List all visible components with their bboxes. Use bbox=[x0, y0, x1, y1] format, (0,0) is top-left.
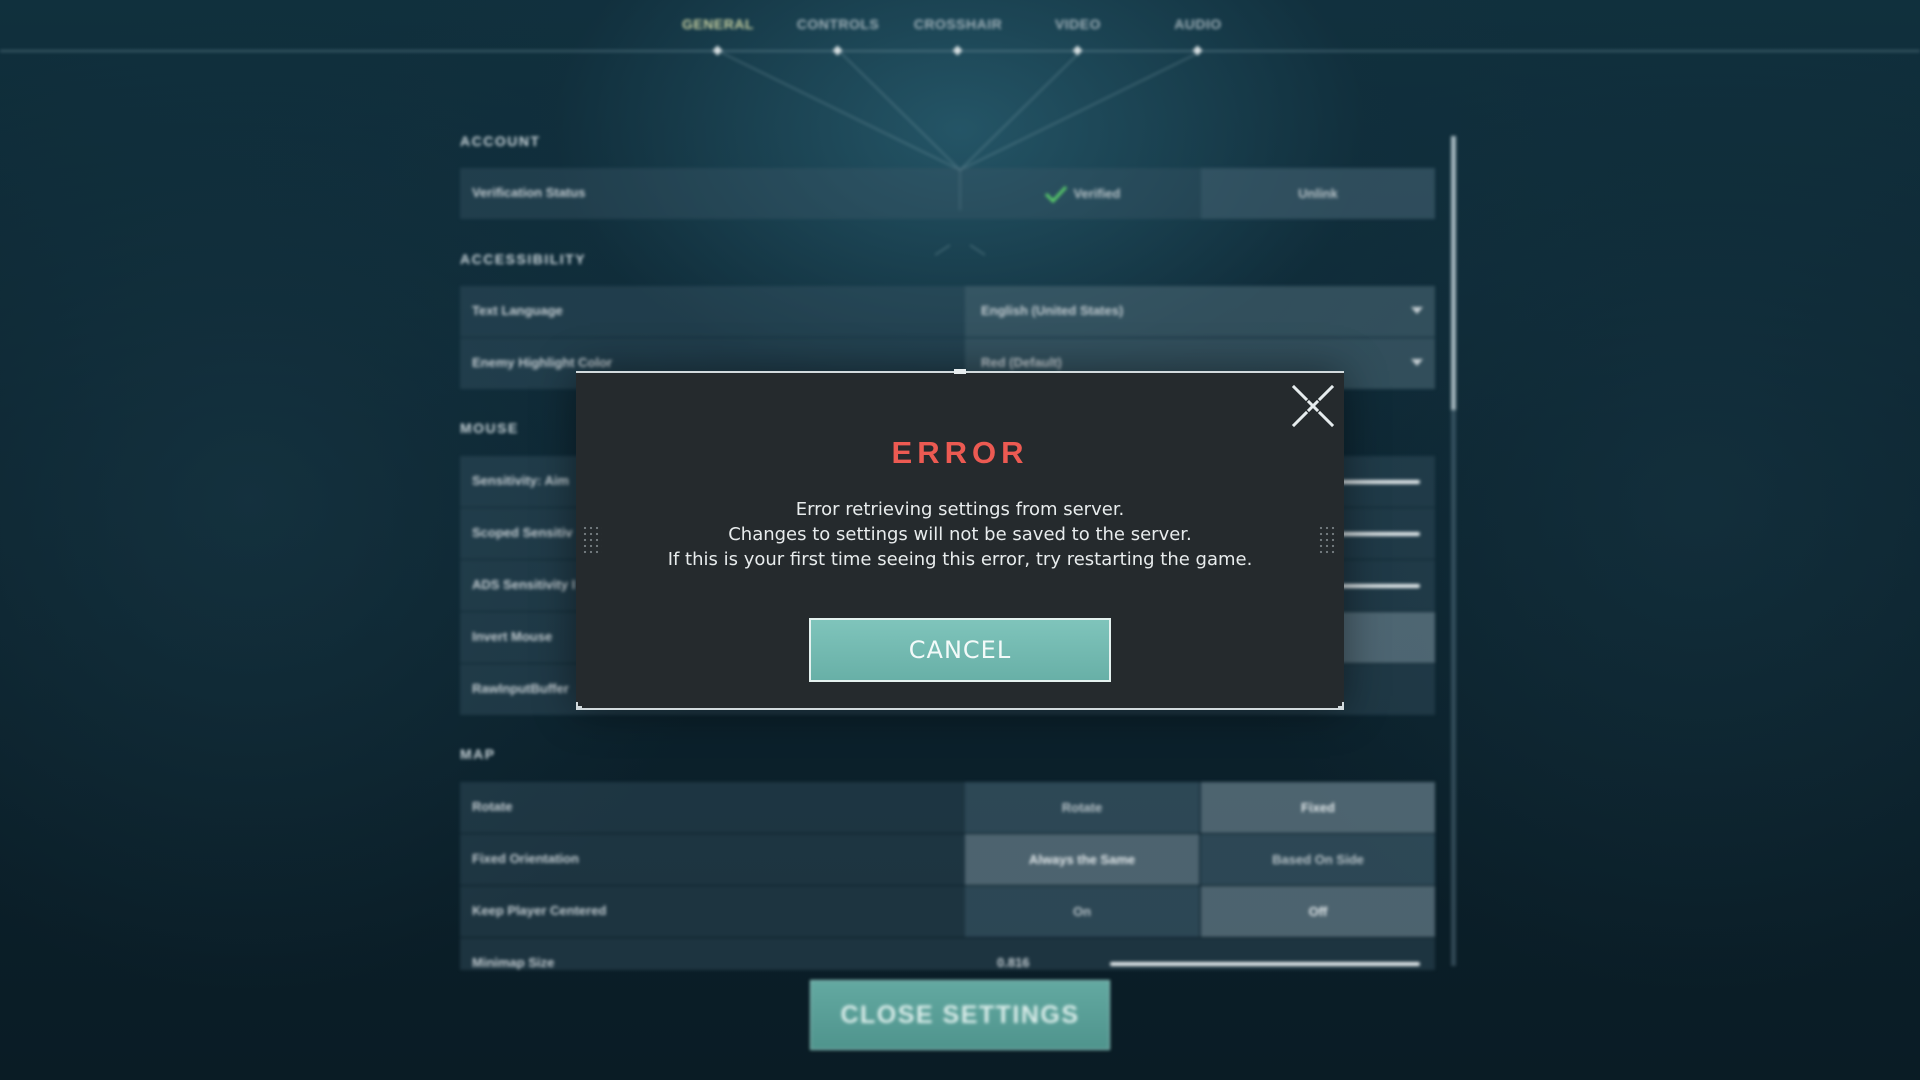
setting-row-text-language: Text Language English (United States) bbox=[460, 286, 1435, 337]
option-label: Based On Side bbox=[1272, 852, 1364, 867]
orientation-option-always-same[interactable]: Always the Same bbox=[965, 834, 1199, 885]
settings-scrollbar[interactable] bbox=[1451, 136, 1456, 966]
tab-audio-label: AUDIO bbox=[1174, 16, 1222, 32]
setting-label: RawInputBuffer bbox=[472, 681, 569, 696]
cancel-button[interactable]: CANCEL bbox=[809, 618, 1111, 682]
ads-sensitivity-slider[interactable] bbox=[1340, 584, 1420, 588]
verified-status: Verified bbox=[965, 168, 1199, 219]
error-message: Error retrieving settings from server. C… bbox=[576, 497, 1344, 572]
keep-centered-option-off[interactable]: Off bbox=[1201, 886, 1435, 937]
error-dialog: ERROR Error retrieving settings from ser… bbox=[576, 369, 1344, 710]
section-title-mouse: MOUSE bbox=[460, 420, 519, 436]
checkmark-icon bbox=[1044, 185, 1067, 203]
setting-label: Verification Status bbox=[472, 185, 586, 200]
option-label: On bbox=[1072, 904, 1092, 919]
unlink-button[interactable]: Unlink bbox=[1201, 168, 1435, 219]
setting-row-minimap-size: Minimap Size 0.816 bbox=[460, 938, 1435, 970]
unlink-label: Unlink bbox=[1298, 186, 1338, 201]
minimap-size-value: 0.816 bbox=[997, 955, 1030, 970]
keep-centered-option-on[interactable]: On bbox=[965, 886, 1199, 937]
tab-indicator-dot bbox=[712, 45, 723, 56]
rotate-option-fixed[interactable]: Fixed bbox=[1201, 782, 1435, 833]
chevron-down-icon bbox=[1411, 359, 1423, 366]
error-title: ERROR bbox=[891, 435, 1029, 470]
setting-label: Rotate bbox=[472, 799, 513, 814]
setting-row-rotate: Rotate Rotate Fixed bbox=[460, 782, 1435, 833]
tab-indicator-dot bbox=[952, 45, 963, 56]
tab-crosshair[interactable]: CROSSHAIR bbox=[898, 16, 1018, 56]
setting-row-fixed-orientation: Fixed Orientation Always the Same Based … bbox=[460, 834, 1435, 885]
setting-label: Keep Player Centered bbox=[472, 903, 607, 918]
tab-controls-label: CONTROLS bbox=[796, 16, 880, 32]
setting-label: Enemy Highlight Color bbox=[472, 355, 613, 370]
minimap-size-slider[interactable] bbox=[1110, 962, 1420, 966]
option-label: Off bbox=[1308, 904, 1328, 919]
dialog-top-notch bbox=[954, 369, 966, 374]
option-label: Fixed bbox=[1301, 800, 1335, 815]
dropdown-value: English (United States) bbox=[981, 303, 1124, 318]
tab-indicator-dot bbox=[832, 45, 843, 56]
settings-screen: GENERAL CONTROLS CROSSHAIR VIDEO AUDIO A… bbox=[0, 0, 1920, 1080]
tab-controls[interactable]: CONTROLS bbox=[778, 16, 898, 56]
dialog-corner bbox=[1338, 702, 1344, 708]
close-settings-label: CLOSE SETTINGS bbox=[840, 1000, 1080, 1029]
setting-label: Invert Mouse bbox=[472, 629, 553, 644]
tab-video-label: VIDEO bbox=[1054, 16, 1102, 32]
orientation-option-based-on-side[interactable]: Based On Side bbox=[1201, 834, 1435, 885]
tab-general[interactable]: GENERAL bbox=[658, 16, 778, 56]
setting-label: Fixed Orientation bbox=[472, 851, 579, 866]
dropdown-value: Red (Default) bbox=[981, 355, 1062, 370]
error-message-line: Changes to settings will not be saved to… bbox=[728, 524, 1192, 545]
scrollbar-thumb[interactable] bbox=[1451, 136, 1456, 410]
cancel-label: CANCEL bbox=[908, 636, 1012, 664]
tab-indicator-dot bbox=[1192, 45, 1203, 56]
close-x-icon bbox=[1291, 384, 1335, 428]
chevron-down-icon bbox=[1411, 307, 1423, 314]
option-label: Rotate bbox=[1061, 800, 1103, 815]
text-language-dropdown[interactable]: English (United States) bbox=[965, 286, 1435, 337]
verified-text: Verified bbox=[1073, 186, 1121, 201]
setting-row-keep-centered: Keep Player Centered On Off bbox=[460, 886, 1435, 937]
tab-indicator-dot bbox=[1072, 45, 1083, 56]
option-label: Always the Same bbox=[1028, 852, 1136, 867]
setting-label: Sensitivity: Aim bbox=[472, 473, 570, 488]
close-settings-button[interactable]: CLOSE SETTINGS bbox=[810, 980, 1110, 1050]
error-message-line: If this is your first time seeing this e… bbox=[667, 549, 1253, 570]
setting-row-verification: Verification Status Verified Unlink bbox=[460, 168, 1435, 219]
tab-general-label: GENERAL bbox=[682, 16, 754, 32]
section-title-map: MAP bbox=[460, 746, 496, 762]
setting-label: Scoped Sensitiv bbox=[472, 525, 573, 540]
section-title-accessibility: ACCESSIBILITY bbox=[460, 251, 587, 267]
rotate-option-rotate[interactable]: Rotate bbox=[965, 782, 1199, 833]
scoped-sensitivity-slider[interactable] bbox=[1340, 532, 1420, 536]
tab-video[interactable]: VIDEO bbox=[1018, 16, 1138, 56]
tab-audio[interactable]: AUDIO bbox=[1138, 16, 1258, 56]
setting-label: Minimap Size bbox=[472, 955, 555, 970]
close-icon[interactable] bbox=[1290, 383, 1336, 429]
error-message-line: Error retrieving settings from server. bbox=[795, 499, 1125, 520]
section-title-account: ACCOUNT bbox=[460, 133, 541, 149]
setting-label: Text Language bbox=[472, 303, 563, 318]
tab-crosshair-label: CROSSHAIR bbox=[913, 16, 1003, 32]
dialog-corner bbox=[576, 702, 582, 708]
sensitivity-aim-slider[interactable] bbox=[1340, 480, 1420, 484]
settings-tabs: GENERAL CONTROLS CROSSHAIR VIDEO AUDIO bbox=[0, 16, 1920, 56]
setting-label: ADS Sensitivity I bbox=[472, 577, 576, 592]
